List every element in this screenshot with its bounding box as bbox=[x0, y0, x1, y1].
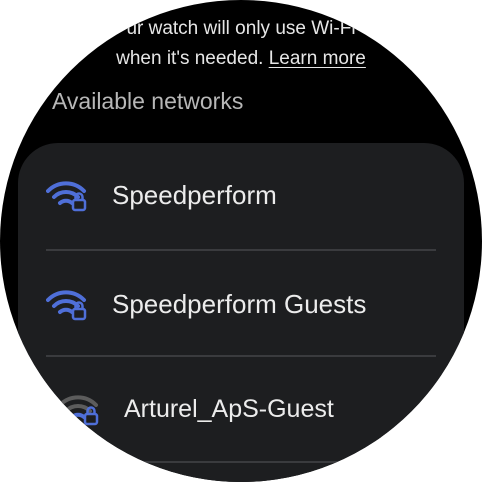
divider bbox=[46, 249, 436, 251]
description-line-2: when it's needed. Learn more bbox=[0, 44, 482, 74]
wifi-lock-icon bbox=[46, 181, 87, 212]
description-line-1: ur watch will only use Wi-Fi bbox=[126, 18, 356, 39]
network-name: Arturel_ApS-Guest bbox=[124, 394, 334, 423]
network-item-speedperform-guests[interactable]: Speedperform Guests bbox=[18, 252, 464, 356]
wifi-description: ur watch will only use Wi-Fi when it's n… bbox=[0, 14, 482, 74]
network-item-arturel-aps-guest[interactable]: Arturel_ApS-Guest bbox=[18, 357, 464, 461]
wifi-lock-icon bbox=[58, 395, 99, 426]
network-name: Speedperform bbox=[112, 179, 277, 210]
section-title: Available networks bbox=[52, 88, 244, 114]
description-text: when it's needed. bbox=[116, 48, 264, 69]
wifi-lock-icon bbox=[46, 290, 87, 321]
divider bbox=[46, 461, 436, 463]
network-item-speedperform[interactable]: Speedperform bbox=[18, 143, 464, 247]
watch-screen: ur watch will only use Wi-Fi when it's n… bbox=[0, 0, 482, 482]
network-name: Speedperform Guests bbox=[112, 288, 367, 319]
learn-more-link[interactable]: Learn more bbox=[269, 48, 366, 69]
network-list: Speedperform Speedperform Guests Arturel… bbox=[18, 143, 464, 482]
